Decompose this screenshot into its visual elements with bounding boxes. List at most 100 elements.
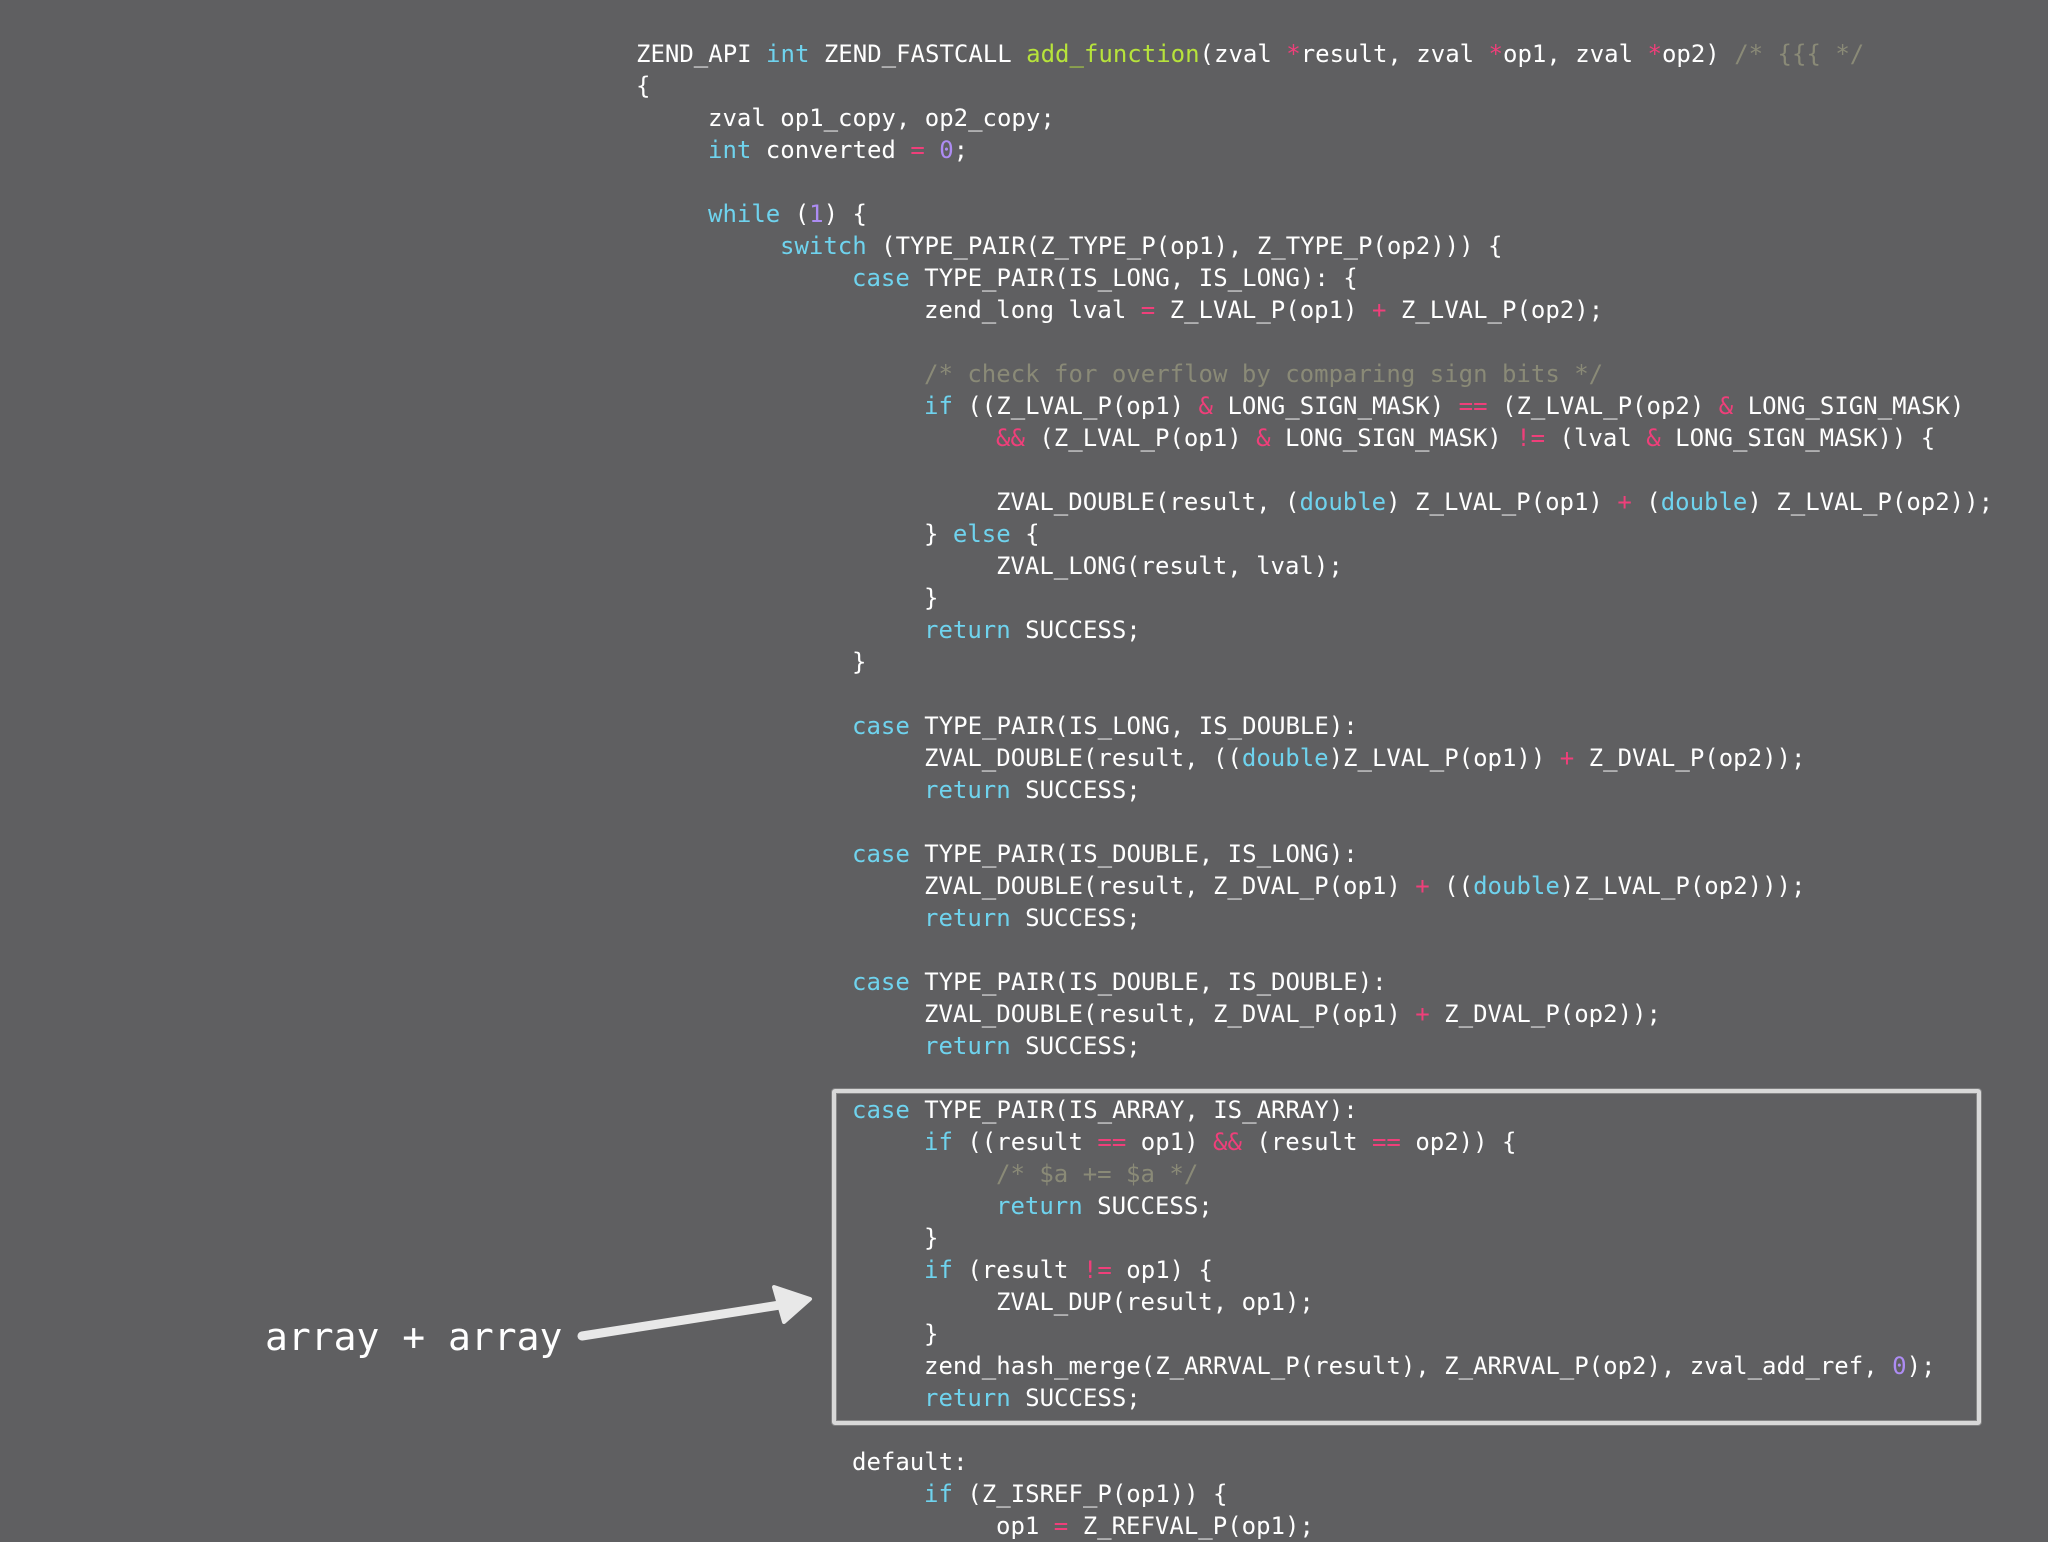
code-line: switch (TYPE_PAIR(Z_TYPE_P(op1), Z_TYPE_…	[780, 230, 1502, 262]
code-token: (Z_LVAL_P(op2)	[1487, 392, 1719, 420]
code-token: LONG_SIGN_MASK)	[1213, 392, 1459, 420]
code-token: )Z_LVAL_P(op1))	[1328, 744, 1560, 772]
code-token: TYPE_PAIR(IS_LONG, IS_LONG): {	[909, 264, 1358, 292]
code-token: +	[1415, 872, 1430, 900]
code-line: return SUCCESS;	[924, 1030, 1141, 1062]
code-line: ZEND_API int ZEND_FASTCALL add_function(…	[636, 38, 1864, 70]
code-token: +	[1415, 1000, 1430, 1028]
code-line: return SUCCESS;	[924, 902, 1141, 934]
code-line: zend_long lval = Z_LVAL_P(op1) + Z_LVAL_…	[924, 294, 1603, 326]
code-token: LONG_SIGN_MASK)) {	[1660, 424, 1936, 452]
code-token: !=	[1516, 424, 1546, 452]
code-line: case TYPE_PAIR(IS_DOUBLE, IS_LONG):	[852, 838, 1358, 870]
code-token: ) Z_LVAL_P(op2));	[1747, 488, 1994, 516]
code-token: (	[780, 200, 810, 228]
code-token: return	[924, 1032, 1011, 1060]
code-token: }	[924, 520, 953, 548]
code-token: ((	[1429, 872, 1474, 900]
code-token: return	[924, 904, 1011, 932]
code-token: op1, zval	[1503, 40, 1648, 68]
code-token: }	[852, 648, 867, 676]
code-line: default:	[852, 1446, 968, 1478]
code-token: ZVAL_LONG(result, lval);	[996, 552, 1343, 580]
code-line: }	[852, 646, 866, 678]
code-line: }	[924, 582, 938, 614]
code-token: (Z_LVAL_P(op1)	[1024, 424, 1257, 452]
code-token: converted	[751, 136, 911, 164]
code-token: SUCCESS;	[1010, 904, 1141, 932]
code-token: {	[636, 72, 651, 100]
code-token: ZVAL_DOUBLE(result, ((	[924, 744, 1242, 772]
code-token: ) Z_LVAL_P(op1)	[1386, 488, 1618, 516]
code-token: SUCCESS;	[1010, 616, 1141, 644]
annotation-label: array + array	[265, 1315, 563, 1359]
code-token: default:	[852, 1448, 968, 1476]
code-token: LONG_SIGN_MASK)	[1733, 392, 1965, 420]
code-token: op2)	[1661, 40, 1735, 68]
code-token: SUCCESS;	[1010, 1032, 1141, 1060]
code-token: *	[1647, 40, 1662, 68]
code-token: case	[852, 968, 910, 996]
code-token: 1	[809, 200, 824, 228]
code-line: && (Z_LVAL_P(op1) & LONG_SIGN_MASK) != (…	[996, 422, 1935, 454]
code-token: ) {	[823, 200, 867, 228]
code-line: op1 = Z_REFVAL_P(op1);	[996, 1510, 1314, 1542]
code-token: else	[952, 520, 1011, 548]
code-token: }	[924, 584, 939, 612]
code-token: (TYPE_PAIR(Z_TYPE_P(op1), Z_TYPE_P(op2))…	[866, 232, 1503, 260]
code-token: while	[708, 200, 781, 228]
code-token: ;	[953, 136, 969, 164]
code-token: zval op1_copy, op2_copy;	[708, 104, 1055, 132]
code-token: return	[924, 776, 1011, 804]
code-token: &&	[996, 424, 1025, 452]
code-token: (Z_ISREF_P(op1)) {	[952, 1480, 1228, 1508]
code-token: )Z_LVAL_P(op2)));	[1559, 872, 1806, 900]
code-token: *	[1488, 40, 1503, 68]
code-token: &	[1256, 424, 1271, 452]
code-token: +	[1371, 296, 1387, 324]
code-line: /* check for overflow by comparing sign …	[924, 358, 1603, 390]
code-token: case	[852, 712, 910, 740]
code-token: int	[708, 136, 752, 164]
code-token: +	[1559, 744, 1575, 772]
code-token: =	[1140, 296, 1156, 324]
code-token: /* {{{ */	[1734, 40, 1865, 68]
code-token: &	[1718, 392, 1734, 420]
code-token: SUCCESS;	[1010, 776, 1141, 804]
code-line: if (Z_ISREF_P(op1)) {	[924, 1478, 1227, 1510]
code-line: ZVAL_DOUBLE(result, Z_DVAL_P(op1) + Z_DV…	[924, 998, 1661, 1030]
code-token: case	[852, 264, 910, 292]
code-token: /* check for overflow by comparing sign …	[924, 360, 1604, 388]
code-token: int	[766, 40, 810, 68]
code-token: Z_LVAL_P(op2);	[1386, 296, 1604, 324]
code-line: case TYPE_PAIR(IS_LONG, IS_LONG): {	[852, 262, 1358, 294]
highlight-box	[832, 1089, 1981, 1425]
code-token: Z_DVAL_P(op2));	[1574, 744, 1806, 772]
code-line: } else {	[924, 518, 1040, 550]
code-token: ((Z_LVAL_P(op1)	[952, 392, 1199, 420]
code-token: zend_long lval	[924, 296, 1141, 324]
code-token: ZEND_FASTCALL	[809, 40, 1027, 68]
code-token: ZEND_API	[636, 40, 767, 68]
code-token: &	[1198, 392, 1213, 420]
code-token: double	[1660, 488, 1748, 516]
code-line: ZVAL_DOUBLE(result, (double) Z_LVAL_P(op…	[996, 486, 1993, 518]
code-token: result, zval	[1300, 40, 1489, 68]
code-token: return	[924, 616, 1011, 644]
code-line: return SUCCESS;	[924, 774, 1141, 806]
code-token: switch	[780, 232, 867, 260]
code-token: ZVAL_DOUBLE(result, Z_DVAL_P(op1)	[924, 872, 1416, 900]
code-token: LONG_SIGN_MASK)	[1270, 424, 1517, 452]
code-token: 0	[939, 136, 954, 164]
code-token: TYPE_PAIR(IS_DOUBLE, IS_LONG):	[909, 840, 1358, 868]
code-token: if	[924, 1480, 953, 1508]
code-token: TYPE_PAIR(IS_LONG, IS_DOUBLE):	[909, 712, 1358, 740]
code-token: ==	[1458, 392, 1488, 420]
code-token: double	[1299, 488, 1387, 516]
code-token: double	[1241, 744, 1329, 772]
code-line: ZVAL_DOUBLE(result, ((double)Z_LVAL_P(op…	[924, 742, 1805, 774]
code-token: ZVAL_DOUBLE(result, Z_DVAL_P(op1)	[924, 1000, 1416, 1028]
code-token: (zval	[1199, 40, 1287, 68]
code-line: int converted = 0;	[708, 134, 968, 166]
